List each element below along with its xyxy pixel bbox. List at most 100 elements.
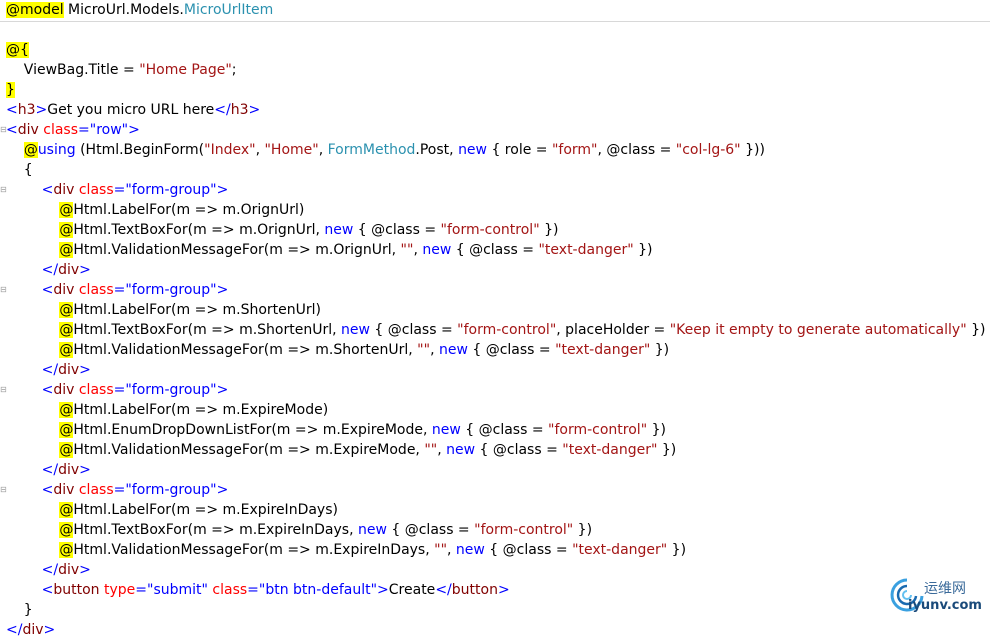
code-line[interactable]: @Html.ValidationMessageFor(m => m.OrignU… (0, 240, 990, 260)
code-token: new (341, 322, 370, 338)
code-token: "text-danger" (555, 342, 651, 358)
code-token: { @class = (475, 442, 563, 458)
code-token: "form" (551, 142, 598, 158)
code-token: "form-group" (125, 182, 217, 198)
code-token: @{ (6, 42, 29, 58)
code-token: "col-lg-6" (675, 142, 741, 158)
code-line[interactable]: <button type="submit" class="btn btn-def… (0, 580, 990, 600)
code-token: @ (59, 302, 74, 318)
code-token: @ (59, 342, 74, 358)
code-token: @ (59, 222, 74, 238)
code-line[interactable]: </div> (0, 560, 990, 580)
code-token: div (53, 482, 75, 498)
code-line[interactable]: @Html.TextBoxFor(m => m.ShortenUrl, new … (0, 320, 990, 340)
code-text: @Html.EnumDropDownListFor(m => m.ExpireM… (6, 420, 666, 440)
code-token: Html.ValidationMessageFor(m => m.OrignUr… (73, 242, 401, 258)
code-token: "form-control" (440, 222, 540, 238)
code-token: div (58, 262, 80, 278)
code-token: }) (647, 422, 666, 438)
code-text: </div> (6, 260, 91, 280)
code-line[interactable]: { (0, 160, 990, 180)
code-line[interactable]: ⊟ <div class="row"> (0, 120, 990, 140)
code-token: } (6, 82, 15, 98)
code-token: > (248, 102, 261, 118)
code-token: Html.TextBoxFor(m => m.ShortenUrl, (73, 322, 342, 338)
code-line[interactable]: ViewBag.Title = "Home Page"; (0, 60, 990, 80)
code-line[interactable]: @using (Html.BeginForm("Index", "Home" , … (0, 140, 990, 160)
code-line[interactable]: @Html.ValidationMessageFor(m => m.Expire… (0, 540, 990, 560)
code-token: < (41, 182, 54, 198)
code-token: "Home" (264, 142, 319, 158)
code-line[interactable]: </div> (0, 620, 990, 640)
code-line[interactable]: ⊟ <div class="form-group"> (0, 280, 990, 300)
code-line[interactable]: ⊟ <div class="form-group"> (0, 380, 990, 400)
code-line[interactable]: @Html.EnumDropDownListFor(m => m.ExpireM… (0, 420, 990, 440)
code-line[interactable]: } (0, 80, 990, 100)
code-token: Html.LabelFor(m => m.ExpireMode) (73, 402, 329, 418)
code-token: } (6, 602, 33, 618)
code-line[interactable]: @Html.LabelFor(m => m.ExpireInDays) (0, 500, 990, 520)
code-text: @Html.ValidationMessageFor(m => m.OrignU… (6, 240, 652, 260)
code-token: "Keep it empty to generate automatically… (669, 322, 967, 338)
code-token: = (113, 182, 126, 198)
code-line[interactable]: @model MicroUrl.Models.MicroUrlItem (0, 0, 990, 20)
code-token: < (41, 582, 54, 598)
code-token: = (247, 582, 259, 598)
code-text: @Html.ValidationMessageFor(m => m.Expire… (6, 540, 686, 560)
code-token: @ (59, 202, 74, 218)
code-token: > (79, 462, 91, 478)
code-line[interactable]: @Html.LabelFor(m => m.ExpireMode) (0, 400, 990, 420)
code-text: } (6, 600, 33, 620)
code-token: new (357, 522, 387, 538)
code-token: new (446, 442, 476, 458)
code-token: class (207, 582, 248, 598)
code-token: , (413, 242, 423, 258)
code-token: </ (41, 262, 59, 278)
code-token: </ (41, 362, 59, 378)
code-token: div (53, 382, 75, 398)
code-text: @using (Html.BeginForm("Index", "Home" , … (6, 140, 765, 160)
code-line[interactable]: ⊟ <div class="form-group"> (0, 480, 990, 500)
code-token: { @class = (369, 322, 458, 338)
code-line[interactable]: ⊟ <div class="form-group"> (0, 180, 990, 200)
code-token: "" (400, 242, 414, 258)
code-token: @ (59, 522, 74, 538)
code-token: Html.ValidationMessageFor(m => m.ExpireM… (73, 442, 425, 458)
code-token: "text-danger" (538, 242, 634, 258)
code-line[interactable]: @Html.LabelFor(m => m.OrignUrl) (0, 200, 990, 220)
code-line[interactable] (0, 20, 990, 40)
code-token: @ (59, 242, 74, 258)
code-line[interactable]: </div> (0, 460, 990, 480)
code-line[interactable]: </div> (0, 260, 990, 280)
code-token: ; (231, 62, 237, 78)
code-line[interactable]: @Html.ValidationMessageFor(m => m.Expire… (0, 440, 990, 460)
code-text: <div class="form-group"> (6, 280, 229, 300)
code-token: { @class = (386, 522, 475, 538)
code-text: </div> (6, 360, 91, 380)
code-editor[interactable]: @model MicroUrl.Models.MicroUrlItem @{ Vi… (0, 0, 990, 638)
code-token: })) (740, 142, 765, 158)
code-line[interactable]: @Html.TextBoxFor(m => m.ExpireInDays, ne… (0, 520, 990, 540)
code-line[interactable]: @Html.TextBoxFor(m => m.OrignUrl, new { … (0, 220, 990, 240)
code-token: FormMethod (327, 142, 416, 158)
code-token: Html.LabelFor(m => m.ShortenUrl) (73, 302, 322, 318)
code-line[interactable]: } (0, 600, 990, 620)
code-token: Html.ValidationMessageFor(m => m.ExpireI… (73, 542, 435, 558)
code-line[interactable]: @{ (0, 40, 990, 60)
code-token: , (318, 142, 328, 158)
code-token: </ (6, 622, 23, 638)
code-line[interactable]: @Html.LabelFor(m => m.ShortenUrl) (0, 300, 990, 320)
code-token: @model (6, 2, 64, 18)
code-token: new (431, 422, 461, 438)
code-token: "" (417, 342, 431, 358)
code-line[interactable]: @Html.ValidationMessageFor(m => m.Shorte… (0, 340, 990, 360)
code-line[interactable]: <h3>Get you micro URL here</h3> (0, 100, 990, 120)
code-token: }) (667, 542, 687, 558)
code-line[interactable]: </div> (0, 360, 990, 380)
code-token: @ (59, 542, 74, 558)
